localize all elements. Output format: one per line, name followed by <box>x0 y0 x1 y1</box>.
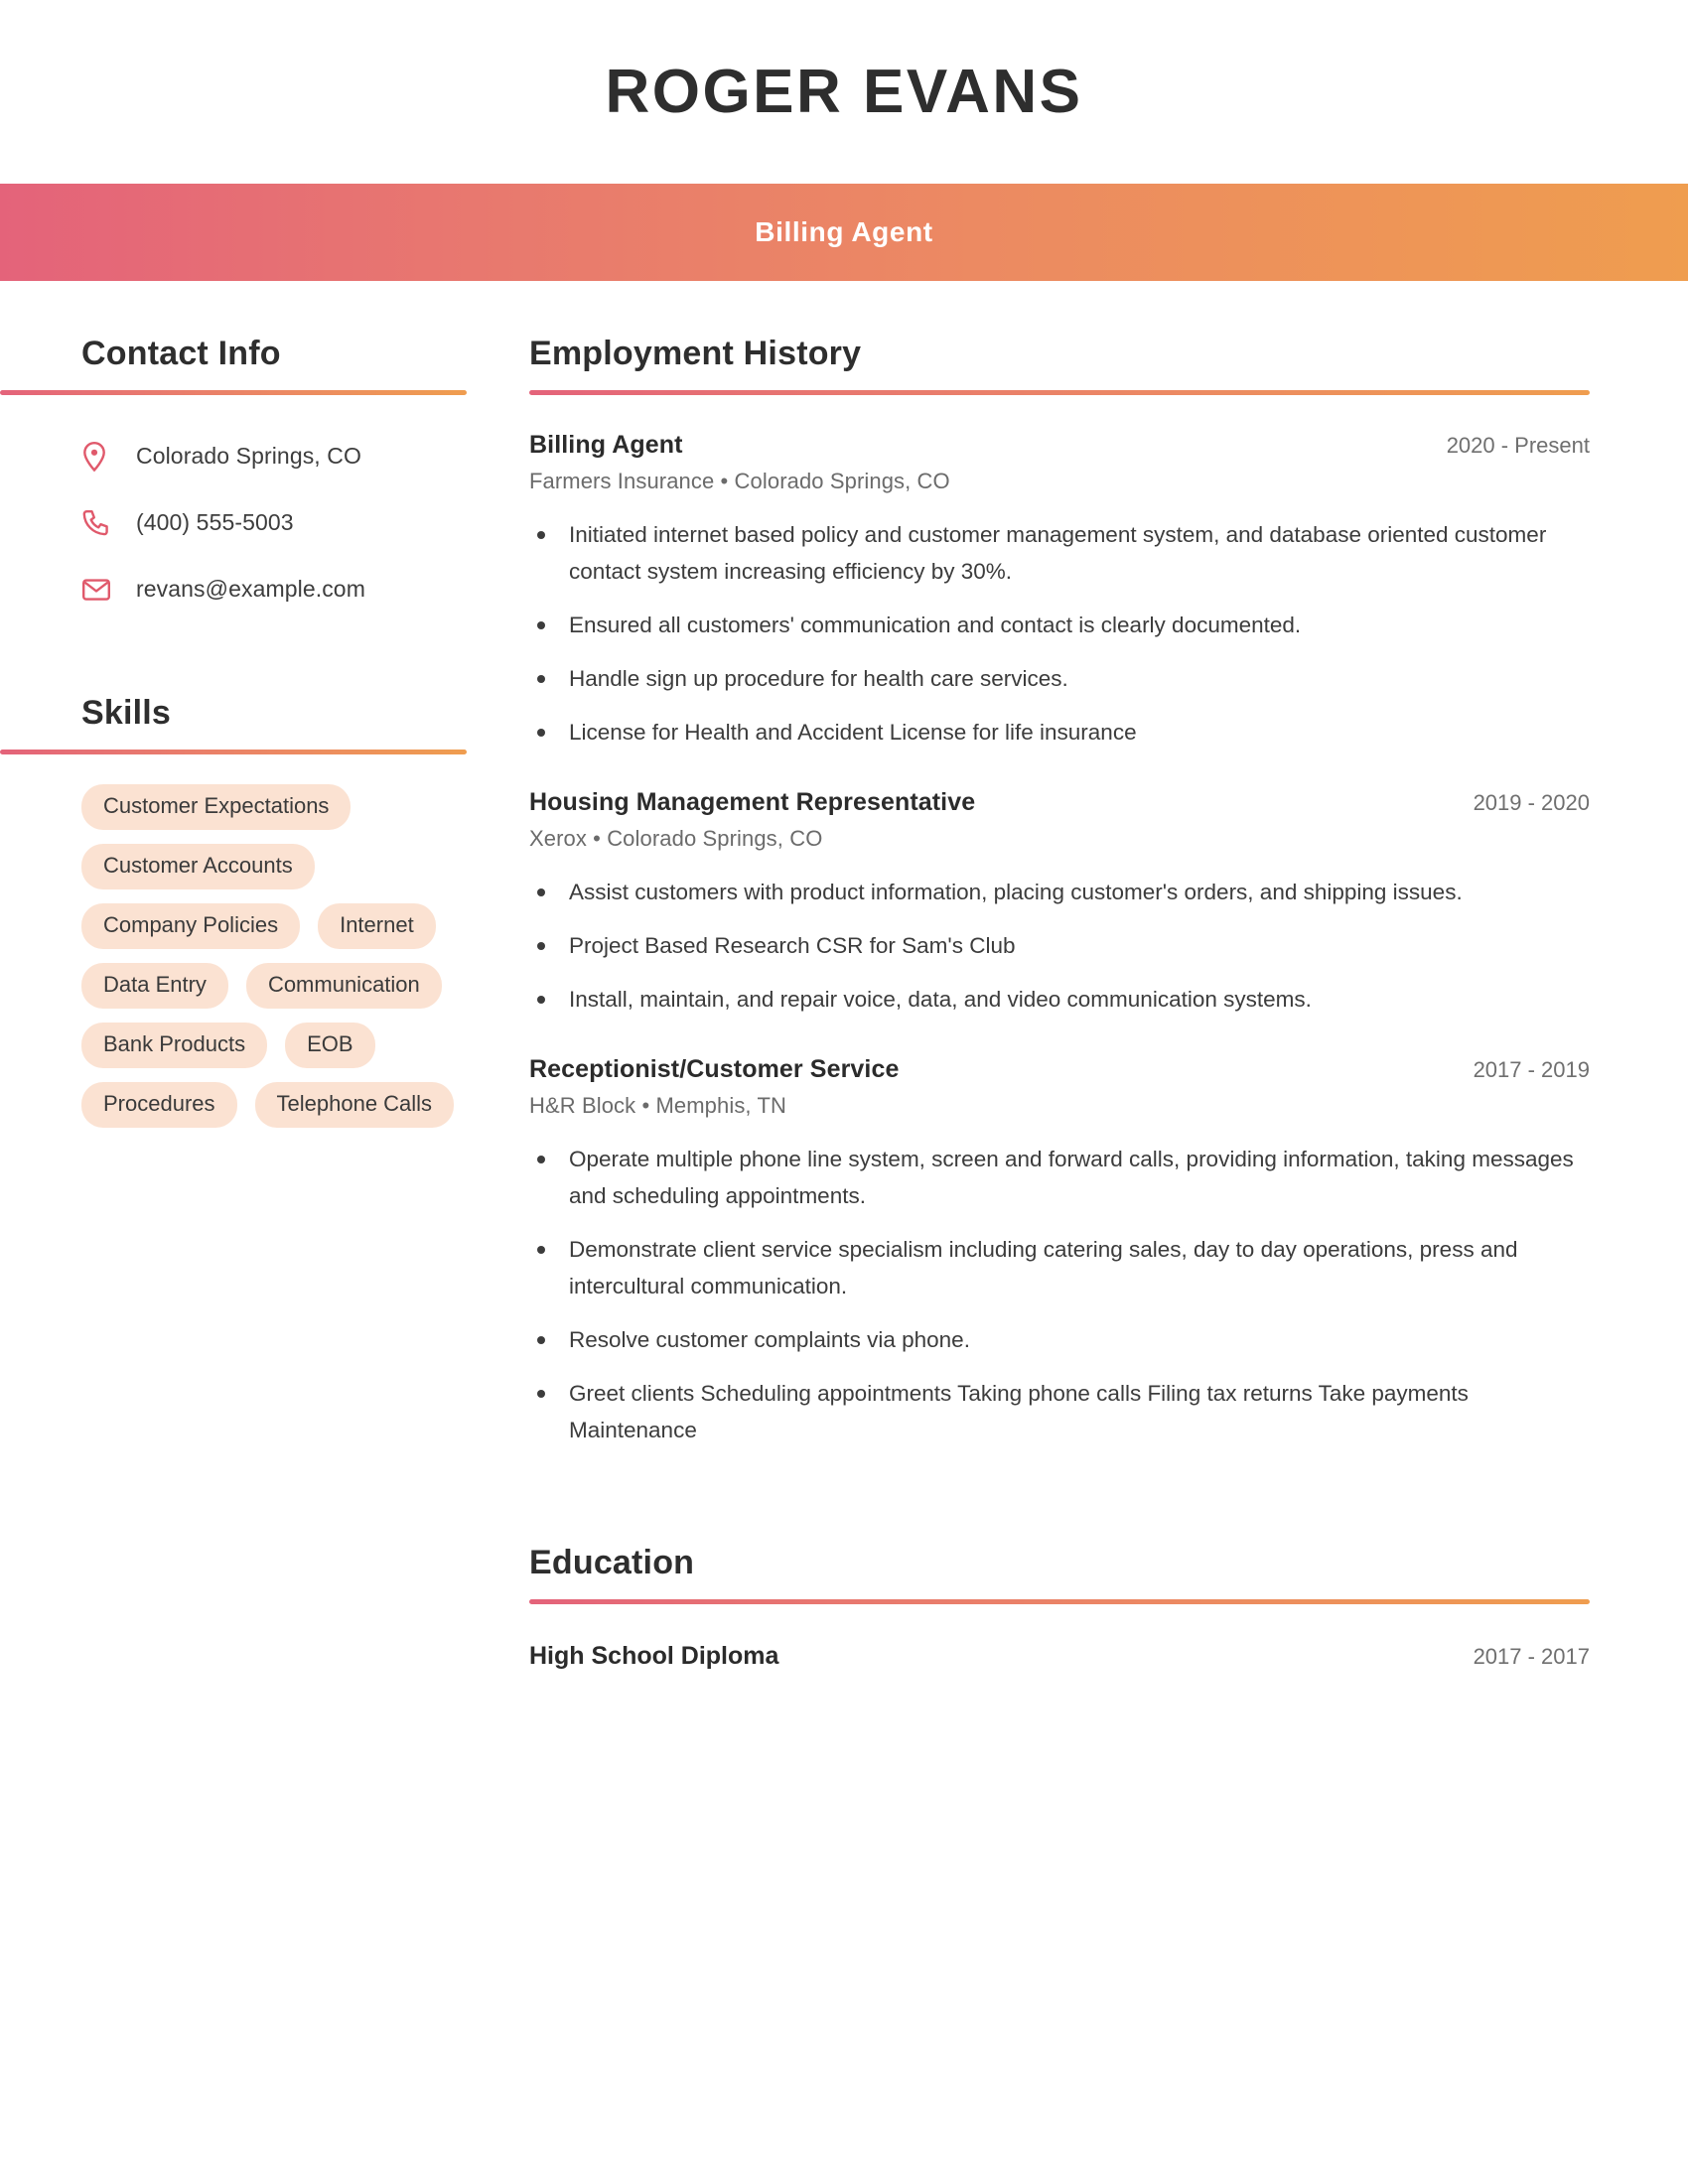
envelope-icon <box>81 577 117 603</box>
section-divider <box>529 390 1590 395</box>
header-job-title: Billing Agent <box>755 216 933 247</box>
contact-list: Colorado Springs, CO (400) 555-5003 reva… <box>0 423 467 622</box>
employment-bullet: License for Health and Accident License … <box>529 714 1590 751</box>
contact-item-email[interactable]: revans@example.com <box>81 556 467 622</box>
employment-history-heading: Employment History <box>529 335 862 372</box>
skill-pill: Bank Products <box>81 1023 268 1068</box>
contact-item-phone[interactable]: (400) 555-5003 <box>81 489 467 556</box>
skills-list: Customer Expectations Customer Accounts Co… <box>0 784 459 1128</box>
sidebar: Contact Info Colorado Springs, CO (400) … <box>0 335 467 1128</box>
employment-bullet: Operate multiple phone line system, scre… <box>529 1141 1590 1214</box>
education-dates: 2017 - 2017 <box>1473 1644 1590 1669</box>
skills-section: Skills Customer Expectations Customer Acc… <box>0 694 467 1128</box>
employment-entry-header: Billing Agent 2020 - Present <box>529 431 1590 460</box>
education-degree: High School Diploma <box>529 1642 779 1670</box>
contact-email-text: revans@example.com <box>136 576 365 602</box>
employment-job-title: Billing Agent <box>529 431 683 459</box>
skill-pill: Internet <box>318 903 436 949</box>
skill-pill: Telephone Calls <box>254 1082 455 1128</box>
resume-body: Contact Info Colorado Springs, CO (400) … <box>0 281 1688 1671</box>
resume-header: ROGER EVANS <box>0 0 1688 184</box>
employment-bullet: Greet clients Scheduling appointments Ta… <box>529 1375 1590 1448</box>
education-section: Education High School Diploma 2017 - 2017 <box>529 1544 1609 1671</box>
employment-dates: 2020 - Present <box>1446 433 1590 458</box>
employment-history-section: Employment History Billing Agent 2020 - P… <box>529 335 1609 1448</box>
employment-list: Billing Agent 2020 - Present Farmers Insur… <box>529 431 1609 1448</box>
employment-bullet: Assist customers with product informatio… <box>529 874 1590 910</box>
employment-bullet: Ensured all customers' communication and… <box>529 607 1590 643</box>
employment-job-title: Receptionist/Customer Service <box>529 1055 900 1083</box>
employment-entry: Housing Management Representative 2019 - … <box>529 788 1609 1018</box>
education-list: High School Diploma 2017 - 2017 <box>529 1642 1609 1671</box>
employment-company-location: H&R Block • Memphis, TN <box>529 1093 786 1118</box>
employment-bullet-list: Operate multiple phone line system, scre… <box>529 1141 1590 1448</box>
contact-info-heading: Contact Info <box>81 335 281 372</box>
employment-bullet: Demonstrate client service specialism in… <box>529 1231 1590 1304</box>
main-column: Employment History Billing Agent 2020 - P… <box>467 335 1688 1671</box>
job-title-band: Billing Agent <box>0 184 1688 281</box>
employment-bullet-list: Initiated internet based policy and cust… <box>529 516 1590 751</box>
education-heading: Education <box>529 1544 695 1581</box>
contact-item-location[interactable]: Colorado Springs, CO <box>81 423 467 489</box>
contact-location-text: Colorado Springs, CO <box>136 443 361 469</box>
skill-pill: Company Policies <box>81 903 301 949</box>
skill-pill: Customer Expectations <box>81 784 352 830</box>
section-divider <box>0 750 467 754</box>
skill-pill: EOB <box>285 1023 375 1068</box>
contact-phone-text: (400) 555-5003 <box>136 509 294 535</box>
skill-pill: Data Entry <box>81 963 228 1009</box>
employment-entry: Billing Agent 2020 - Present Farmers Insur… <box>529 431 1609 751</box>
employment-bullet-list: Assist customers with product informatio… <box>529 874 1590 1018</box>
skill-pill: Communication <box>245 963 442 1009</box>
employment-company-location: Xerox • Colorado Springs, CO <box>529 826 823 851</box>
employment-job-title: Housing Management Representative <box>529 788 976 816</box>
section-divider <box>529 1599 1590 1604</box>
skill-pill: Customer Accounts <box>81 844 315 889</box>
section-divider <box>0 390 467 395</box>
skill-pill: Procedures <box>81 1082 237 1128</box>
location-pin-icon <box>81 441 117 473</box>
education-entry: High School Diploma 2017 - 2017 <box>529 1642 1590 1671</box>
employment-entry-header: Housing Management Representative 2019 - … <box>529 788 1590 817</box>
employment-entry-header: Receptionist/Customer Service 2017 - 2019 <box>529 1055 1590 1084</box>
employment-bullet: Initiated internet based policy and cust… <box>529 516 1590 590</box>
employment-bullet: Handle sign up procedure for health care… <box>529 660 1590 697</box>
employment-company-location: Farmers Insurance • Colorado Springs, CO <box>529 469 950 493</box>
employment-entry: Receptionist/Customer Service 2017 - 2019… <box>529 1055 1609 1448</box>
contact-info-section: Contact Info Colorado Springs, CO (400) … <box>0 335 467 622</box>
employment-bullet: Install, maintain, and repair voice, dat… <box>529 981 1590 1018</box>
phone-icon <box>81 508 117 538</box>
skills-heading: Skills <box>81 694 172 732</box>
employment-bullet: Project Based Research CSR for Sam's Clu… <box>529 927 1590 964</box>
employment-dates: 2019 - 2020 <box>1473 790 1590 815</box>
page-title: ROGER EVANS <box>605 57 1083 126</box>
employment-bullet: Resolve customer complaints via phone. <box>529 1321 1590 1358</box>
employment-dates: 2017 - 2019 <box>1473 1057 1590 1082</box>
